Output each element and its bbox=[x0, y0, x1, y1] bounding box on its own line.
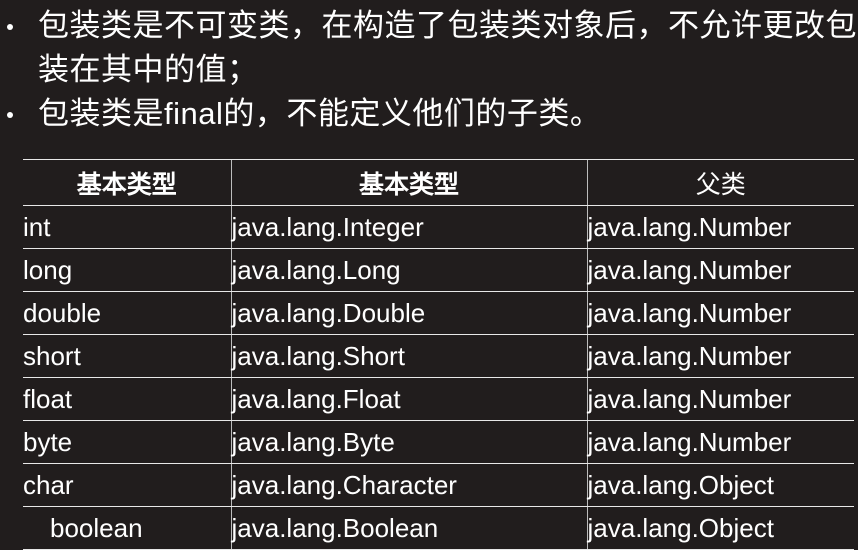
cell-primitive: double bbox=[23, 291, 231, 335]
slide-root: 包装类是不可变类，在构造了包装类对象后，不允许更改包装在其中的值； 包装类是fi… bbox=[0, 0, 858, 550]
cell-parent-class: java.lang.Number bbox=[586, 420, 854, 464]
cell-wrapper-class: java.lang.Long bbox=[230, 248, 587, 292]
cell-primitive: byte bbox=[23, 420, 231, 464]
column-header-primitive: 基本类型 bbox=[23, 159, 231, 206]
table-header: 基本类型 基本类型 父类 bbox=[23, 159, 854, 206]
cell-primitive: short bbox=[23, 334, 231, 378]
bullet-item: 包装类是final的，不能定义他们的子类。 bbox=[0, 92, 858, 136]
cell-parent-class: java.lang.Object bbox=[586, 506, 854, 550]
cell-parent-class: java.lang.Object bbox=[586, 463, 854, 507]
bullet-list: 包装类是不可变类，在构造了包装类对象后，不允许更改包装在其中的值； 包装类是fi… bbox=[0, 0, 858, 136]
table-row: byte java.lang.Byte java.lang.Number bbox=[23, 420, 854, 464]
bullet-dot-icon bbox=[7, 111, 13, 118]
cell-primitive: int bbox=[23, 205, 231, 249]
table-row: char java.lang.Character java.lang.Objec… bbox=[23, 463, 854, 507]
primitive-wrapper-table: 基本类型 基本类型 父类 int java.lang.Integer java.… bbox=[23, 159, 854, 550]
column-header-parent: 父类 bbox=[586, 159, 854, 206]
table-row: short java.lang.Short java.lang.Number bbox=[23, 334, 854, 378]
bullet-dot-icon bbox=[7, 23, 13, 30]
bullet-text: 包装类是final的，不能定义他们的子类。 bbox=[38, 96, 602, 131]
cell-primitive: boolean bbox=[23, 506, 231, 550]
column-header-wrapper: 基本类型 bbox=[230, 159, 587, 206]
table-row: int java.lang.Integer java.lang.Number bbox=[23, 205, 854, 249]
table-header-row: 基本类型 基本类型 父类 bbox=[23, 159, 854, 206]
cell-parent-class: java.lang.Number bbox=[586, 377, 854, 421]
bullet-item: 包装类是不可变类，在构造了包装类对象后，不允许更改包装在其中的值； bbox=[0, 0, 858, 92]
cell-parent-class: java.lang.Number bbox=[586, 334, 854, 378]
table-row: long java.lang.Long java.lang.Number bbox=[23, 248, 854, 292]
cell-wrapper-class: java.lang.Double bbox=[230, 291, 587, 335]
cell-parent-class: java.lang.Number bbox=[586, 291, 854, 335]
cell-parent-class: java.lang.Number bbox=[586, 205, 854, 249]
cell-wrapper-class: java.lang.Boolean bbox=[230, 506, 587, 550]
cell-wrapper-class: java.lang.Byte bbox=[230, 420, 587, 464]
cell-parent-class: java.lang.Number bbox=[586, 248, 854, 292]
bullet-text: 包装类是不可变类，在构造了包装类对象后，不允许更改包装在其中的值； bbox=[38, 8, 857, 87]
cell-wrapper-class: java.lang.Float bbox=[230, 377, 587, 421]
table-row: boolean java.lang.Boolean java.lang.Obje… bbox=[23, 506, 854, 550]
cell-primitive: char bbox=[23, 463, 231, 507]
table-row: float java.lang.Float java.lang.Number bbox=[23, 377, 854, 421]
table-body: int java.lang.Integer java.lang.Number l… bbox=[23, 205, 854, 550]
cell-primitive: float bbox=[23, 377, 231, 421]
table-row: double java.lang.Double java.lang.Number bbox=[23, 291, 854, 335]
cell-primitive: long bbox=[23, 248, 231, 292]
cell-wrapper-class: java.lang.Integer bbox=[230, 205, 587, 249]
cell-wrapper-class: java.lang.Character bbox=[230, 463, 587, 507]
cell-wrapper-class: java.lang.Short bbox=[230, 334, 587, 378]
